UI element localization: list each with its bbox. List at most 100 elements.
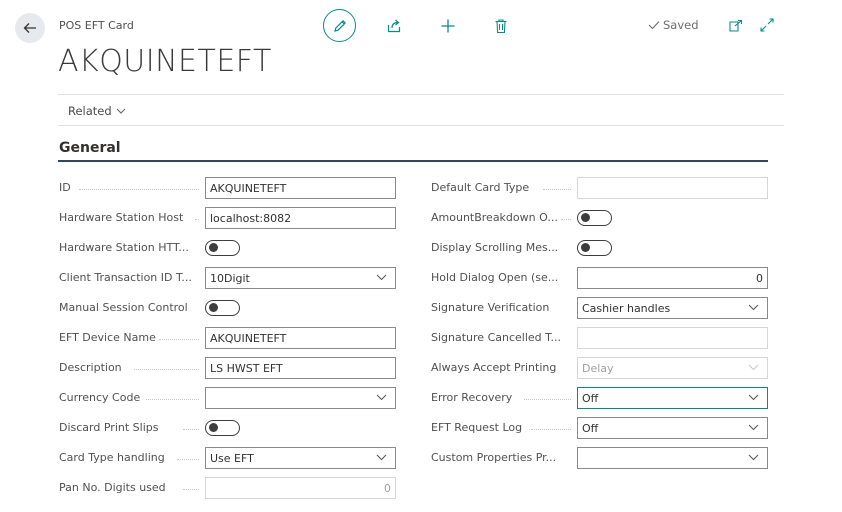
field-value: 10Digit xyxy=(210,271,250,285)
chevron-down-icon xyxy=(748,364,759,371)
chevron-down-icon xyxy=(748,454,759,461)
chevron-down-icon xyxy=(376,274,387,281)
field-label-amountbreakdown-o: AmountBreakdown O... xyxy=(431,211,558,224)
page-title: AKQUINETEFT xyxy=(58,44,272,79)
field-value: Off xyxy=(582,391,599,405)
input-hold-dialog-open-se[interactable]: 0 xyxy=(577,267,768,289)
label-leader xyxy=(530,429,571,430)
field-value: AKQUINETEFT xyxy=(210,181,287,195)
field-value: LS HWST EFT xyxy=(210,361,283,375)
label-leader xyxy=(524,399,571,400)
field-label-pan-no-digits-used: Pan No. Digits used xyxy=(59,481,166,494)
label-leader xyxy=(542,189,571,190)
add-plus-icon xyxy=(441,19,455,33)
field-value: Cashier handles xyxy=(582,301,671,315)
label-leader xyxy=(182,489,199,490)
input-description[interactable]: LS HWST EFT xyxy=(205,357,396,379)
group-underline xyxy=(58,160,768,162)
field-label-hold-dialog-open-se: Hold Dialog Open (se... xyxy=(431,271,559,284)
input-hardware-station-host[interactable]: localhost:8082 xyxy=(205,207,396,229)
field-value: Delay xyxy=(582,361,614,375)
field-label-discard-print-slips: Discard Print Slips xyxy=(59,421,159,434)
saved-status: Saved xyxy=(648,18,699,32)
field-label-hardware-station-host: Hardware Station Host xyxy=(59,211,184,224)
header-divider xyxy=(58,94,784,95)
field-label-eft-request-log: EFT Request Log xyxy=(431,421,523,434)
select-eft-request-log[interactable]: Off xyxy=(577,417,768,439)
field-label-signature-verification: Signature Verification xyxy=(431,301,550,314)
chevron-down-icon xyxy=(376,394,387,401)
toggle-hardware-station-htt[interactable] xyxy=(205,240,240,256)
label-leader xyxy=(176,459,199,460)
field-label-always-accept-printing: Always Accept Printing xyxy=(431,361,557,374)
chevron-down-icon xyxy=(376,454,387,461)
chevron-down-icon xyxy=(748,304,759,311)
edit-pencil-icon xyxy=(333,19,346,32)
field-value: 0 xyxy=(384,481,391,495)
toggle-knob xyxy=(209,243,218,252)
field-label-hardware-station-htt: Hardware Station HTT... xyxy=(59,241,189,254)
chevron-down-icon xyxy=(116,108,126,114)
field-label-id: ID xyxy=(59,181,71,194)
toggle-knob xyxy=(209,423,218,432)
label-leader xyxy=(195,219,199,220)
share-icon xyxy=(387,19,401,33)
select-always-accept-printing: Delay xyxy=(577,357,768,379)
input-signature-cancelled-t xyxy=(577,327,768,349)
select-custom-properties-pr[interactable] xyxy=(577,447,768,469)
select-client-transaction-id-t[interactable]: 10Digit xyxy=(205,267,396,289)
toggle-knob xyxy=(209,303,218,312)
field-value: localhost:8082 xyxy=(210,211,292,225)
field-label-description: Description xyxy=(59,361,122,374)
field-label-client-transaction-id-t: Client Transaction ID T... xyxy=(59,271,192,284)
field-label-manual-session-control: Manual Session Control xyxy=(59,301,188,314)
field-label-signature-cancelled-t: Signature Cancelled T... xyxy=(431,331,562,344)
saved-label: Saved xyxy=(663,18,699,32)
checkmark-icon xyxy=(648,21,660,30)
expand-icon xyxy=(760,18,774,32)
field-value: Off xyxy=(582,421,599,435)
select-error-recovery[interactable]: Off xyxy=(577,387,768,409)
field-label-eft-device-name: EFT Device Name xyxy=(59,331,156,344)
field-label-card-type-handling: Card Type handling xyxy=(59,451,165,464)
input-eft-device-name[interactable]: AKQUINETEFT xyxy=(205,327,396,349)
label-leader xyxy=(158,339,199,340)
toggle-amountbreakdown-o[interactable] xyxy=(577,210,612,226)
toggle-display-scrolling-mes[interactable] xyxy=(577,240,612,256)
chevron-down-icon xyxy=(748,394,759,401)
delete-button[interactable] xyxy=(491,15,511,37)
related-menu[interactable]: Related xyxy=(68,104,126,118)
back-button[interactable] xyxy=(15,13,45,43)
open-new-window-icon xyxy=(729,20,743,32)
label-leader xyxy=(134,369,199,370)
label-leader xyxy=(79,189,199,190)
actionbar-divider xyxy=(58,125,784,126)
share-button[interactable] xyxy=(384,16,404,36)
select-card-type-handling[interactable]: Use EFT xyxy=(205,447,396,469)
input-pan-no-digits-used: 0 xyxy=(205,477,396,499)
select-signature-verification[interactable]: Cashier handles xyxy=(577,297,768,319)
label-leader xyxy=(561,219,571,220)
toggle-discard-print-slips[interactable] xyxy=(205,420,240,436)
new-button[interactable] xyxy=(437,15,459,37)
toggle-knob xyxy=(581,213,590,222)
field-label-currency-code: Currency Code xyxy=(59,391,141,404)
back-arrow-icon xyxy=(23,23,36,33)
edit-button[interactable] xyxy=(323,9,356,42)
field-label-error-recovery: Error Recovery xyxy=(431,391,513,404)
open-in-new-window-button[interactable] xyxy=(727,17,745,35)
field-label-display-scrolling-mes: Display Scrolling Mes... xyxy=(431,241,559,254)
input-id[interactable]: AKQUINETEFT xyxy=(205,177,396,199)
toggle-knob xyxy=(581,243,590,252)
field-label-default-card-type: Default Card Type xyxy=(431,181,530,194)
field-value: 0 xyxy=(756,271,763,285)
select-currency-code[interactable] xyxy=(205,387,396,409)
group-title-general: General xyxy=(59,140,121,156)
page-caption: POS EFT Card xyxy=(59,19,134,32)
related-label: Related xyxy=(68,104,112,118)
toggle-manual-session-control[interactable] xyxy=(205,300,240,316)
field-value: AKQUINETEFT xyxy=(210,331,287,345)
delete-trash-icon xyxy=(495,19,507,34)
expand-button[interactable] xyxy=(758,16,776,34)
field-label-custom-properties-pr: Custom Properties Pr... xyxy=(431,451,557,464)
